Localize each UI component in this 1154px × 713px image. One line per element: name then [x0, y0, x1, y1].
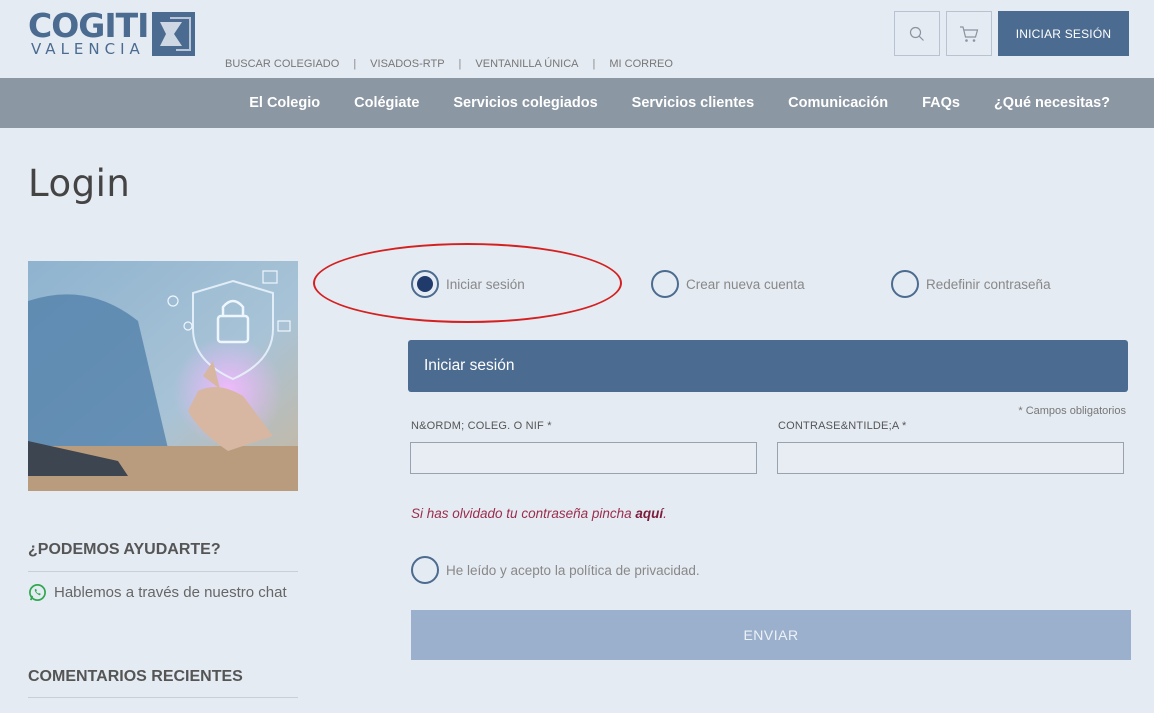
form-header: Iniciar sesión: [408, 340, 1128, 392]
logo-sub-text: VALENCIA: [31, 40, 145, 58]
top-link-visados[interactable]: VISADOS-RTP: [370, 58, 444, 70]
forgot-end: .: [663, 506, 667, 521]
tab-crear-cuenta[interactable]: Crear nueva cuenta: [651, 270, 805, 298]
security-illustration: [28, 261, 298, 491]
nav-item-colegiate[interactable]: Colégiate: [354, 95, 419, 111]
required-note: * Campos obligatorios: [1018, 405, 1126, 417]
separator: |: [458, 58, 462, 70]
nav-item-servicios-colegiados[interactable]: Servicios colegiados: [453, 95, 597, 111]
tab-label: Redefinir contraseña: [926, 276, 1051, 292]
password-input[interactable]: [777, 442, 1124, 474]
divider: [28, 697, 298, 698]
top-links: BUSCAR COLEGIADO | VISADOS-RTP | VENTANI…: [225, 58, 673, 70]
page-title: Login: [28, 162, 131, 205]
logo-mark-icon: [152, 12, 195, 56]
tab-redefinir-contrasena[interactable]: Redefinir contraseña: [891, 270, 1051, 298]
chat-text: Hablemos a través de nuestro chat: [54, 584, 287, 601]
whatsapp-icon: [29, 584, 46, 601]
nav-item-faqs[interactable]: FAQs: [922, 95, 960, 111]
chat-link[interactable]: Hablemos a través de nuestro chat: [28, 583, 287, 602]
search-icon: [909, 26, 924, 41]
tab-label: Crear nueva cuenta: [686, 276, 805, 292]
divider: [28, 571, 298, 572]
site-logo[interactable]: COGITI VALENCIA: [28, 8, 198, 60]
top-link-ventanilla[interactable]: VENTANILLA ÚNICA: [475, 58, 578, 70]
main-nav: El Colegio Colégiate Servicios colegiado…: [0, 78, 1154, 128]
privacy-checkbox-row[interactable]: He leído y acepto la política de privaci…: [411, 556, 700, 584]
tab-iniciar-sesion[interactable]: Iniciar sesión: [411, 270, 525, 298]
user-input[interactable]: [410, 442, 757, 474]
recent-comments-heading: COMENTARIOS RECIENTES: [28, 668, 243, 685]
forgot-password-text: Si has olvidado tu contraseña pincha aqu…: [411, 506, 667, 521]
nav-item-servicios-clientes[interactable]: Servicios clientes: [632, 95, 755, 111]
top-link-buscar-colegiado[interactable]: BUSCAR COLEGIADO: [225, 58, 339, 70]
top-link-mi-correo[interactable]: MI CORREO: [609, 58, 673, 70]
radio-unselected[interactable]: [651, 270, 679, 298]
forgot-text: Si has olvidado tu contraseña pincha: [411, 506, 636, 521]
header-login-button[interactable]: INICIAR SESIÓN: [998, 11, 1129, 56]
nav-item-comunicacion[interactable]: Comunicación: [788, 95, 888, 111]
user-label: N&ORDM; COLEG. O NIF *: [411, 420, 552, 432]
forgot-password-link[interactable]: aquí: [635, 506, 663, 521]
cart-icon: [960, 25, 979, 42]
cart-button[interactable]: [946, 11, 992, 56]
privacy-text: He leído y acepto la política de privaci…: [446, 562, 700, 578]
logo-main-text: COGITI: [28, 6, 149, 45]
search-button[interactable]: [894, 11, 940, 56]
radio-selected[interactable]: [411, 270, 439, 298]
help-heading: ¿PODEMOS AYUDARTE?: [28, 541, 221, 558]
password-label: CONTRASE&NTILDE;A *: [778, 420, 907, 432]
nav-item-que-necesitas[interactable]: ¿Qué necesitas?: [994, 95, 1110, 111]
privacy-checkbox[interactable]: [411, 556, 439, 584]
nav-item-el-colegio[interactable]: El Colegio: [249, 95, 320, 111]
separator: |: [353, 58, 357, 70]
radio-unselected[interactable]: [891, 270, 919, 298]
tab-label: Iniciar sesión: [446, 276, 525, 292]
separator: |: [592, 58, 596, 70]
submit-button[interactable]: ENVIAR: [411, 610, 1131, 660]
site-header: COGITI VALENCIA BUSCAR COLEGIADO | VISAD…: [0, 0, 1154, 78]
